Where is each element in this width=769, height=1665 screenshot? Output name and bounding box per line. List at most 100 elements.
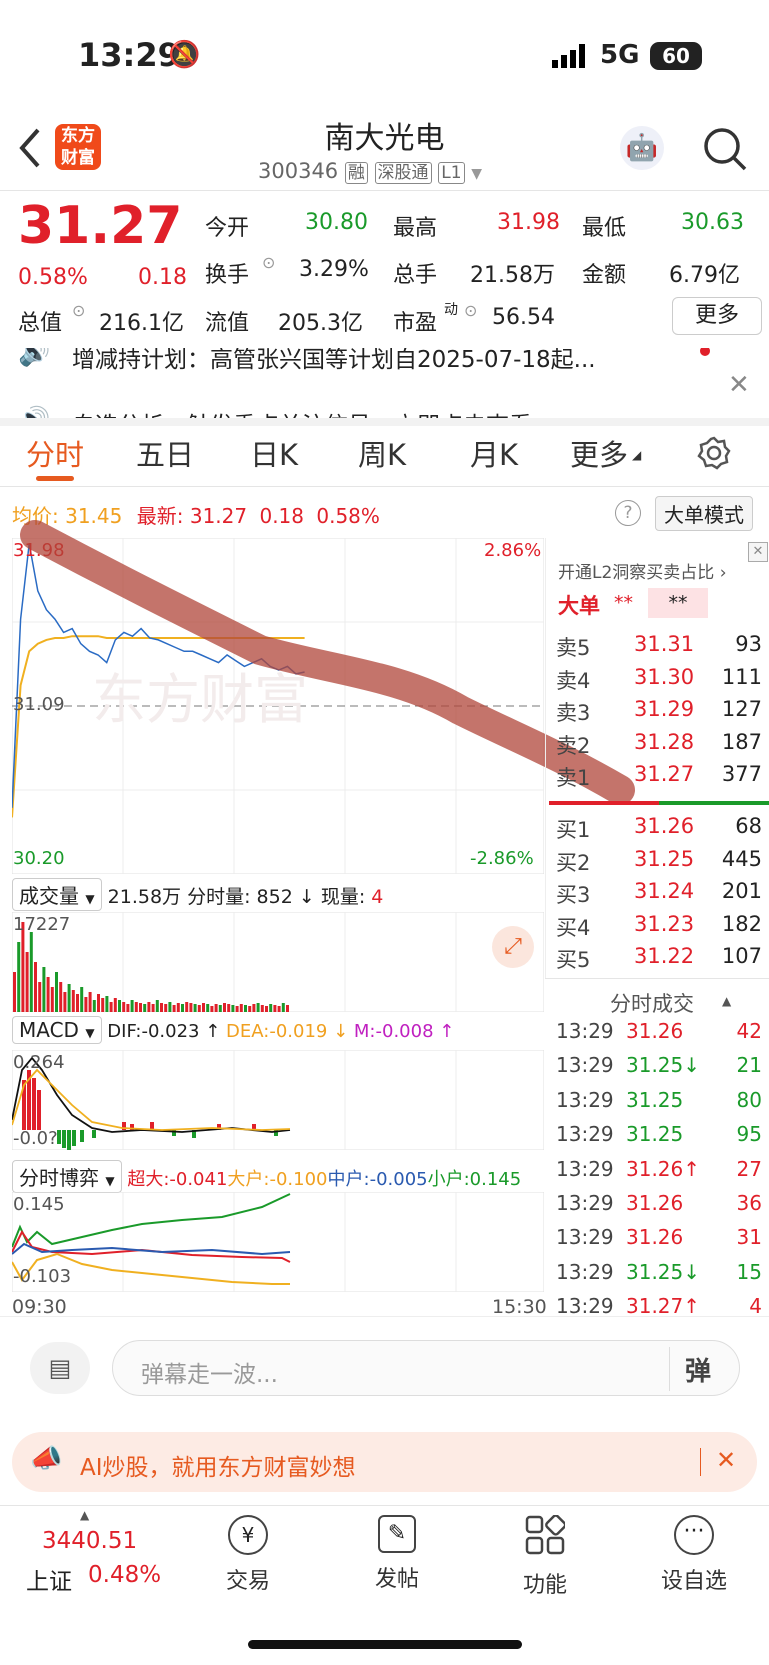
tab-intraday[interactable]: 分时 <box>26 432 84 474</box>
market-cap-label: 总值 <box>18 311 63 336</box>
tick-volume: 36 <box>736 1191 762 1215</box>
nav-add-watchlist[interactable]: ··· 设自选 <box>634 1515 754 1595</box>
info-icon[interactable]: ⊙ <box>72 301 85 320</box>
market-cap-value: 216.1亿 <box>99 311 184 336</box>
ask-row[interactable]: 卖1 31.27 377 <box>556 762 762 794</box>
volume-bar <box>227 1004 231 1012</box>
volume-indicator-select[interactable]: 成交量 ▼ <box>12 878 102 911</box>
close-icon[interactable]: ✕ <box>748 542 768 562</box>
game-indicator-select[interactable]: 分时博弈 ▼ <box>12 1160 122 1193</box>
ad-text: AI炒股，就用东方财富妙想 <box>80 1455 356 1481</box>
volume-bar <box>176 1003 180 1012</box>
nav-post[interactable]: ✎ 发帖 <box>337 1515 457 1593</box>
news-line-1[interactable]: 增减持计划：高管张兴国等计划自2025-07-18起... <box>72 348 596 374</box>
volume-bar <box>235 1006 239 1012</box>
high-value: 31.98 <box>497 210 560 235</box>
news-ticker[interactable]: 🔊 增减持计划：高管张兴国等计划自2025-07-18起... 自选分析：触发重… <box>0 348 769 418</box>
volume-bar <box>25 952 29 1012</box>
volume-bar <box>189 1003 193 1012</box>
volume-bar <box>265 1006 268 1012</box>
chevron-up-icon: ▲ <box>80 1508 90 1522</box>
volume-bar <box>67 984 71 1012</box>
ask-level-label: 卖3 <box>556 701 591 725</box>
open-label: 今开 <box>205 216 250 241</box>
bid-row[interactable]: 买5 31.22 107 <box>556 944 762 976</box>
tick-trades-title[interactable]: 分时成交 <box>610 988 694 1018</box>
tick-time: 13:29 <box>556 1191 614 1215</box>
bid-row[interactable]: 买4 31.23 182 <box>556 912 762 944</box>
macd-indicator-select[interactable]: MACD ▼ <box>12 1016 102 1044</box>
tick-time: 13:29 <box>556 1122 614 1147</box>
robot-avatar-icon[interactable]: 🤖 <box>620 126 664 170</box>
edit-icon: ✎ <box>378 1515 416 1553</box>
expand-icon[interactable]: ⤢ <box>492 926 534 968</box>
bid-row[interactable]: 买3 31.24 201 <box>556 879 762 911</box>
tab-weekly-k[interactable]: 周K <box>358 432 406 474</box>
info-icon[interactable]: ⊙ <box>464 301 477 320</box>
l2-promo-link[interactable]: 开通L2洞察买卖占比 › <box>558 558 727 583</box>
ask-row[interactable]: 卖4 31.30 111 <box>556 665 762 697</box>
volume-bar <box>59 982 63 1012</box>
signal-icon <box>552 44 588 72</box>
change-pct: 0.58% <box>18 265 88 290</box>
amount-value: 6.79亿 <box>669 263 740 288</box>
volume-bar <box>80 987 84 1012</box>
tab-five-day[interactable]: 五日 <box>136 432 194 474</box>
dif-value: DIF:-0.023 ↑ <box>107 1021 221 1042</box>
volume-bar <box>105 996 109 1012</box>
bid-volume: 107 <box>721 944 762 968</box>
ask-volume: 187 <box>721 729 762 754</box>
info-icon[interactable]: ⊙ <box>262 253 275 272</box>
tab-monthly-k[interactable]: 月K <box>470 432 518 474</box>
more-button[interactable]: 更多 <box>672 297 762 335</box>
tick-trade-row: 13:29 31.26 31 <box>556 1225 762 1259</box>
mute-icon: 🔕 <box>168 40 201 70</box>
search-icon[interactable] <box>702 126 748 176</box>
bid-price: 31.22 <box>634 944 695 968</box>
bid-row[interactable]: 买1 31.26 68 <box>556 814 762 846</box>
nav-function[interactable]: 功能 <box>485 1514 605 1599</box>
index-value[interactable]: 3440.51 <box>42 1528 137 1554</box>
index-name[interactable]: 上证 <box>26 1562 72 1596</box>
bid-row[interactable]: 买2 31.25 445 <box>556 847 762 879</box>
chevron-up-icon: ▲ <box>722 994 732 1008</box>
last-price: 31.27 <box>18 196 183 256</box>
volume-bar <box>168 1002 172 1012</box>
dea-value: DEA:-0.019 ↓ <box>226 1021 349 1042</box>
tick-price: 31.25 <box>626 1122 684 1147</box>
tab-daily-k[interactable]: 日K <box>250 432 298 474</box>
ask-price: 31.27 <box>634 762 695 786</box>
volume-bar <box>42 967 46 1012</box>
index-pct[interactable]: 0.48% <box>88 1562 161 1588</box>
now-vol-value: 4 <box>371 886 384 908</box>
volume-bar <box>71 990 75 1012</box>
ai-ad-banner[interactable]: 📣 AI炒股，就用东方财富妙想 ✕ <box>12 1432 757 1492</box>
comment-input[interactable]: 弹幕走一波... 弹 <box>112 1340 740 1396</box>
volume-bar <box>239 1004 243 1012</box>
settings-gear-icon[interactable] <box>697 436 731 474</box>
big-order-mode-button[interactable]: 大单模式 <box>655 496 753 531</box>
tick-time: 13:29 <box>556 1019 614 1043</box>
tick-volume: 95 <box>736 1122 762 1147</box>
ask-row[interactable]: 卖5 31.31 93 <box>556 632 762 664</box>
home-indicator <box>248 1640 522 1649</box>
tick-time: 13:29 <box>556 1259 614 1284</box>
tick-trade-row: 13:29 31.25↓ 21 <box>556 1053 762 1087</box>
stock-code-row[interactable]: 300346 融 深股通 L1 ▼ <box>258 158 482 184</box>
volume-bar <box>92 1000 96 1012</box>
tab-more[interactable]: 更多 <box>570 432 628 474</box>
tick-vol-label: 分时量: <box>187 886 251 908</box>
close-icon[interactable]: ✕ <box>728 370 750 400</box>
news-line-2[interactable]: 自选分析：触发重点关注信号，立即点击查看 <box>72 406 532 418</box>
ask-row[interactable]: 卖2 31.28 187 <box>556 730 762 762</box>
ask-row[interactable]: 卖3 31.29 127 <box>556 697 762 729</box>
open-value: 30.80 <box>305 210 368 235</box>
ask-level-label: 卖4 <box>556 668 591 693</box>
volume-header: 成交量 ▼ 21.58万 分时量: 852 ↓ 现量: 4 <box>12 878 542 912</box>
close-icon[interactable]: ✕ <box>716 1446 736 1474</box>
small-value: 小户:0.145 <box>427 1169 522 1190</box>
danmaku-list-icon[interactable]: ▤ <box>30 1342 90 1394</box>
danmaku-button[interactable]: 弹 <box>685 1351 711 1388</box>
nav-trade[interactable]: ¥ 交易 <box>188 1515 308 1595</box>
macd-header: MACD ▼ DIF:-0.023 ↑ DEA:-0.019 ↓ M:-0.00… <box>12 1016 454 1044</box>
